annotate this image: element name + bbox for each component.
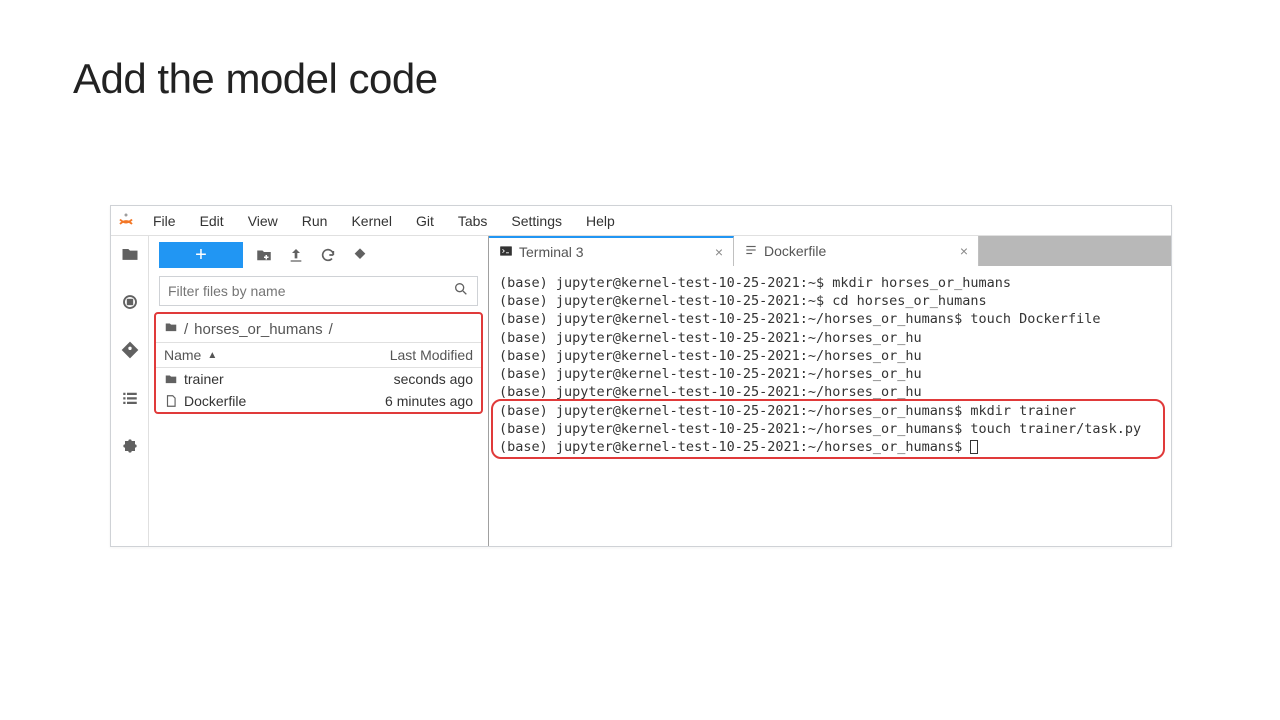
git-pull-icon[interactable]: [349, 244, 371, 266]
tabs-area: Terminal 3 × Dockerfile × (base) jupyter…: [489, 236, 1171, 546]
menu-file[interactable]: File: [141, 209, 188, 233]
term-line: (base) jupyter@kernel-test-10-25-2021:~$…: [499, 274, 1161, 292]
tab-label: Dockerfile: [764, 243, 954, 259]
term-line: (base) jupyter@kernel-test-10-25-2021:~/…: [499, 329, 1161, 347]
running-icon[interactable]: [118, 290, 142, 314]
main-area: + / horses_or_humans / Name ▲: [111, 236, 1171, 546]
filter-row: [159, 276, 478, 306]
toc-icon[interactable]: [118, 386, 142, 410]
terminal-icon: [499, 244, 513, 261]
breadcrumb-root[interactable]: /: [184, 321, 188, 338]
breadcrumb-folder[interactable]: horses_or_humans: [194, 321, 322, 338]
folder-icon: [164, 372, 178, 386]
col-name-header[interactable]: Name ▲: [164, 347, 353, 363]
terminal-highlight: [491, 399, 1165, 459]
sort-arrow-icon: ▲: [207, 350, 217, 361]
tab-label: Terminal 3: [519, 244, 709, 260]
tab-terminal[interactable]: Terminal 3 ×: [489, 236, 734, 266]
menu-bar: File Edit View Run Kernel Git Tabs Setti…: [141, 209, 627, 233]
file-lines-icon: [744, 243, 758, 260]
close-icon[interactable]: ×: [960, 243, 968, 259]
menu-git[interactable]: Git: [404, 209, 446, 233]
left-rail: [111, 236, 149, 546]
tabbar: Terminal 3 × Dockerfile ×: [489, 236, 1171, 266]
file-toolbar: +: [149, 236, 488, 274]
menu-view[interactable]: View: [236, 209, 290, 233]
jupyter-window: File Edit View Run Kernel Git Tabs Setti…: [110, 205, 1172, 547]
menu-settings[interactable]: Settings: [499, 209, 574, 233]
terminal-body[interactable]: (base) jupyter@kernel-test-10-25-2021:~$…: [489, 266, 1171, 546]
term-line: (base) jupyter@kernel-test-10-25-2021:~/…: [499, 365, 1161, 383]
term-line: (base) jupyter@kernel-test-10-25-2021:~/…: [499, 310, 1161, 328]
file-list-highlight: / horses_or_humans / Name ▲ Last Modifie…: [154, 312, 483, 414]
term-line: (base) jupyter@kernel-test-10-25-2021:~$…: [499, 292, 1161, 310]
breadcrumb[interactable]: / horses_or_humans /: [156, 314, 481, 342]
file-row-dockerfile[interactable]: Dockerfile 6 minutes ago: [156, 390, 481, 412]
jupyter-logo-icon: [111, 212, 141, 230]
breadcrumb-trail: /: [329, 321, 333, 338]
git-icon[interactable]: [118, 338, 142, 362]
menu-kernel[interactable]: Kernel: [339, 209, 403, 233]
breadcrumb-folder-icon: [164, 320, 178, 338]
col-modified-header[interactable]: Last Modified: [353, 347, 473, 363]
term-line: (base) jupyter@kernel-test-10-25-2021:~/…: [499, 347, 1161, 365]
close-icon[interactable]: ×: [715, 244, 723, 260]
top-bar: File Edit View Run Kernel Git Tabs Setti…: [111, 206, 1171, 236]
refresh-icon[interactable]: [317, 244, 339, 266]
folder-icon[interactable]: [118, 242, 142, 266]
search-icon[interactable]: [453, 281, 469, 302]
file-modified: 6 minutes ago: [353, 393, 473, 409]
file-header: Name ▲ Last Modified: [156, 342, 481, 368]
file-browser: + / horses_or_humans / Name ▲: [149, 236, 489, 546]
new-folder-icon[interactable]: [253, 244, 275, 266]
menu-help[interactable]: Help: [574, 209, 627, 233]
upload-icon[interactable]: [285, 244, 307, 266]
new-launcher-button[interactable]: +: [159, 242, 243, 268]
file-row-trainer[interactable]: trainer seconds ago: [156, 368, 481, 390]
file-icon: [164, 394, 178, 408]
file-modified: seconds ago: [353, 371, 473, 387]
menu-tabs[interactable]: Tabs: [446, 209, 500, 233]
menu-run[interactable]: Run: [290, 209, 340, 233]
filter-input[interactable]: [168, 283, 453, 299]
page-heading: Add the model code: [0, 0, 1280, 103]
tab-dockerfile[interactable]: Dockerfile ×: [734, 236, 979, 266]
extensions-icon[interactable]: [118, 434, 142, 458]
menu-edit[interactable]: Edit: [188, 209, 236, 233]
